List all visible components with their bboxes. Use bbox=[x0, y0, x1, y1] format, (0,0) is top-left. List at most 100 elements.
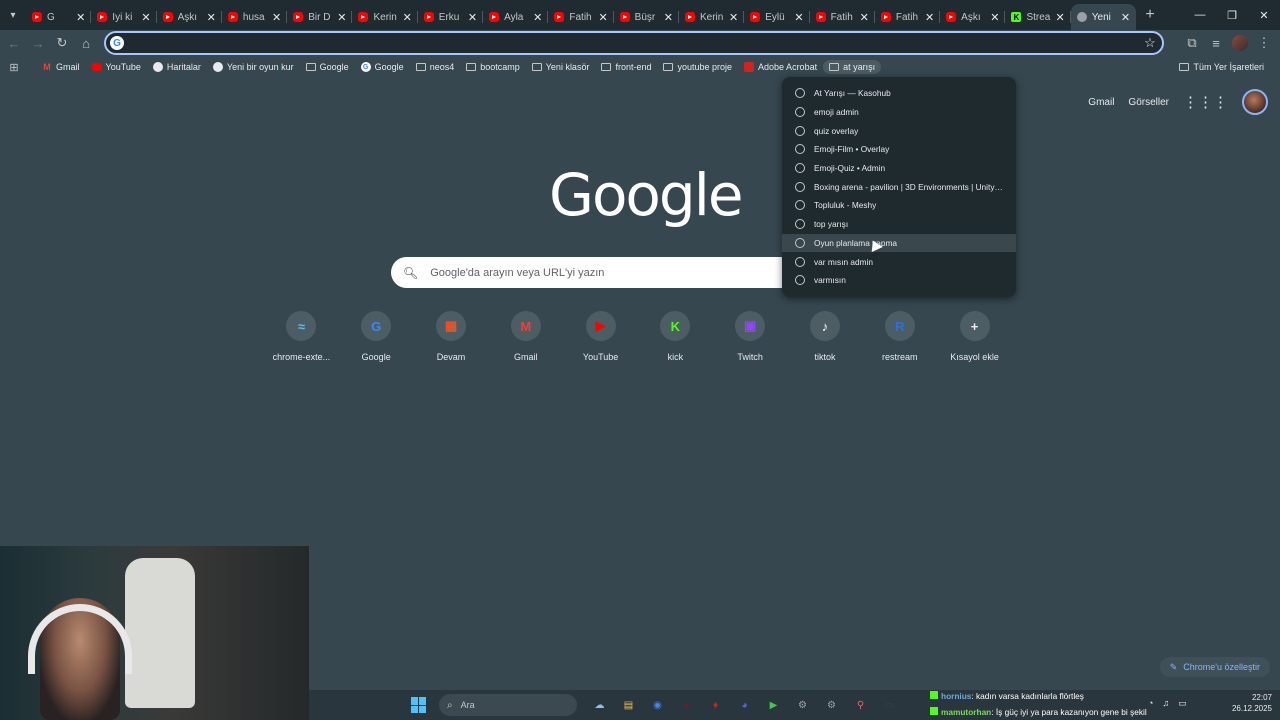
file-explorer-icon[interactable]: ▤ bbox=[618, 694, 640, 716]
tab[interactable]: K Strea ✕ bbox=[1005, 4, 1071, 30]
menu-kebab-icon[interactable]: ⋮ bbox=[1252, 31, 1276, 55]
menu-item[interactable]: Boxing arena - pavilion | 3D Environment… bbox=[782, 177, 1016, 196]
menu-item[interactable]: Topluluk - Meshy bbox=[782, 196, 1016, 215]
shortcut-tile[interactable]: G Google bbox=[339, 311, 414, 362]
tab[interactable]: Eylü ✕ bbox=[744, 4, 810, 30]
close-icon[interactable]: ✕ bbox=[337, 11, 346, 24]
bookmark-star-icon[interactable]: ☆ bbox=[1138, 35, 1162, 51]
close-icon[interactable]: ✕ bbox=[664, 11, 673, 24]
bookmark-item[interactable]: Yeni bir oyun kur bbox=[207, 60, 300, 74]
volume-icon[interactable]: ♫ bbox=[1162, 698, 1169, 709]
close-icon[interactable]: ✕ bbox=[272, 11, 281, 24]
close-icon[interactable]: ✕ bbox=[794, 11, 803, 24]
terminal-icon[interactable]: ▭ bbox=[879, 694, 901, 716]
shortcut-tile[interactable]: ▦ Devam bbox=[414, 311, 489, 362]
tab[interactable]: Fatih ✕ bbox=[548, 4, 614, 30]
bookmark-item[interactable]: neos4 bbox=[410, 60, 461, 74]
shortcut-tile[interactable]: Kkick bbox=[638, 311, 713, 362]
images-link[interactable]: Görseller bbox=[1128, 97, 1169, 108]
green-app-icon[interactable]: ▶ bbox=[763, 694, 785, 716]
menu-item[interactable]: Emoji-Film • Overlay bbox=[782, 140, 1016, 159]
bookmark-item[interactable]: Yeni klasör bbox=[526, 60, 596, 74]
shortcut-tile[interactable]: ≈ chrome-exte... bbox=[264, 311, 339, 362]
tab[interactable]: Erku ✕ bbox=[418, 4, 484, 30]
close-icon[interactable]: ✕ bbox=[598, 11, 607, 24]
bookmark-item[interactable]: Google bbox=[300, 60, 355, 74]
google-apps-icon[interactable]: ⋮⋮⋮ bbox=[1183, 93, 1228, 111]
minimize-button[interactable]: — bbox=[1184, 0, 1216, 30]
close-icon[interactable]: ✕ bbox=[925, 11, 934, 24]
home-button[interactable]: ⌂ bbox=[74, 31, 98, 55]
tab[interactable]: husa ✕ bbox=[222, 4, 288, 30]
obs-icon[interactable]: ● bbox=[676, 694, 698, 716]
battery-icon[interactable]: ▭ bbox=[1178, 698, 1187, 709]
bookmark-item[interactable]: Adobe Acrobat bbox=[738, 60, 823, 74]
bookmark-item[interactable]: bootcamp bbox=[460, 60, 526, 74]
tab[interactable]: Aşkı ✕ bbox=[157, 4, 222, 30]
tab[interactable]: Büşr ✕ bbox=[614, 4, 679, 30]
tab[interactable]: İyi ki ✕ bbox=[91, 4, 157, 30]
close-icon[interactable]: ✕ bbox=[403, 11, 412, 24]
all-bookmarks-folder[interactable]: Tüm Yer İşaretleri bbox=[1173, 60, 1270, 74]
bookmark-item[interactable]: G Google bbox=[355, 60, 410, 74]
shortcut-tile[interactable]: ♪ tiktok bbox=[788, 311, 863, 362]
settings-icon[interactable]: ⚙ bbox=[821, 694, 843, 716]
menu-item[interactable]: top yarışı bbox=[782, 215, 1016, 234]
maps-pin-icon[interactable]: ⚲ bbox=[850, 694, 872, 716]
close-icon[interactable]: ✕ bbox=[1121, 11, 1130, 24]
close-icon[interactable]: ✕ bbox=[990, 11, 999, 24]
menu-item[interactable]: emoji admin bbox=[782, 103, 1016, 122]
close-window-button[interactable]: ✕ bbox=[1248, 0, 1280, 30]
menu-item[interactable]: varmısın bbox=[782, 271, 1016, 290]
tab[interactable]: Kerin ✕ bbox=[679, 4, 745, 30]
media-icon[interactable]: ≡ bbox=[1204, 31, 1228, 55]
tab[interactable]: Kerin ✕ bbox=[352, 4, 418, 30]
shortcut-tile[interactable]: Rrestream bbox=[862, 311, 937, 362]
chrome-icon[interactable]: ◉ bbox=[647, 694, 669, 716]
shortcut-tile[interactable]: ▣ Twitch bbox=[713, 311, 788, 362]
customize-chrome-button[interactable]: ✎ Chrome'u özelleştir bbox=[1159, 657, 1270, 677]
forward-button[interactable]: → bbox=[26, 31, 50, 55]
tab[interactable]: G ✕ bbox=[26, 4, 92, 30]
menu-item[interactable]: Oyun planlama yapma bbox=[782, 233, 1016, 253]
close-icon[interactable]: ✕ bbox=[729, 11, 738, 24]
gmail-link[interactable]: Gmail bbox=[1088, 97, 1114, 108]
bookmark-item[interactable]: M Gmail bbox=[36, 60, 86, 74]
tab[interactable]: Aşkı ✕ bbox=[940, 4, 1006, 30]
red-app-icon[interactable]: ♦ bbox=[705, 694, 727, 716]
close-icon[interactable]: ✕ bbox=[533, 11, 542, 24]
menu-item[interactable]: var mısın admin bbox=[782, 252, 1016, 271]
restore-button[interactable]: ❐ bbox=[1216, 0, 1248, 30]
address-bar[interactable]: G ☆ bbox=[104, 31, 1164, 55]
bookmark-item[interactable]: YouTube bbox=[86, 60, 147, 74]
bookmark-item[interactable]: Haritalar bbox=[147, 60, 207, 74]
tab[interactable]: Fatih ✕ bbox=[875, 4, 941, 30]
weather-icon[interactable]: ☁ bbox=[589, 694, 611, 716]
tab-search-button[interactable]: ▾ bbox=[0, 0, 26, 30]
menu-item[interactable]: quiz overlay bbox=[782, 121, 1016, 140]
taskbar-search[interactable]: ⌕ Ara bbox=[439, 694, 577, 716]
profile-avatar[interactable] bbox=[1232, 35, 1248, 51]
reload-button[interactable]: ↻ bbox=[50, 31, 74, 55]
tab[interactable]: Ayla ✕ bbox=[483, 4, 549, 30]
windows-start-icon[interactable] bbox=[411, 697, 427, 713]
close-icon[interactable]: ✕ bbox=[1056, 11, 1065, 24]
close-icon[interactable]: ✕ bbox=[141, 11, 150, 24]
discord-icon[interactable]: ◕ bbox=[734, 694, 756, 716]
bookmark-item[interactable]: front-end bbox=[595, 60, 657, 74]
extensions-icon[interactable]: ⧉ bbox=[1180, 31, 1204, 55]
close-icon[interactable]: ✕ bbox=[468, 11, 477, 24]
close-icon[interactable]: ✕ bbox=[860, 11, 869, 24]
shortcut-tile[interactable]: ▶ YouTube bbox=[563, 311, 638, 362]
tab[interactable]: Bir D ✕ bbox=[287, 4, 353, 30]
tab[interactable]: Yeni ✕ bbox=[1070, 4, 1137, 30]
bookmark-item[interactable]: at yarışı bbox=[823, 60, 882, 74]
new-tab-button[interactable]: + bbox=[1136, 0, 1164, 30]
account-avatar[interactable] bbox=[1242, 89, 1268, 115]
shortcut-tile[interactable]: + Kısayol ekle bbox=[937, 311, 1012, 362]
steam-icon[interactable]: ⚙ bbox=[792, 694, 814, 716]
close-icon[interactable]: ✕ bbox=[76, 11, 85, 24]
shortcut-tile[interactable]: M Gmail bbox=[488, 311, 563, 362]
close-icon[interactable]: ✕ bbox=[207, 11, 216, 24]
tab[interactable]: Fatih ✕ bbox=[810, 4, 875, 30]
